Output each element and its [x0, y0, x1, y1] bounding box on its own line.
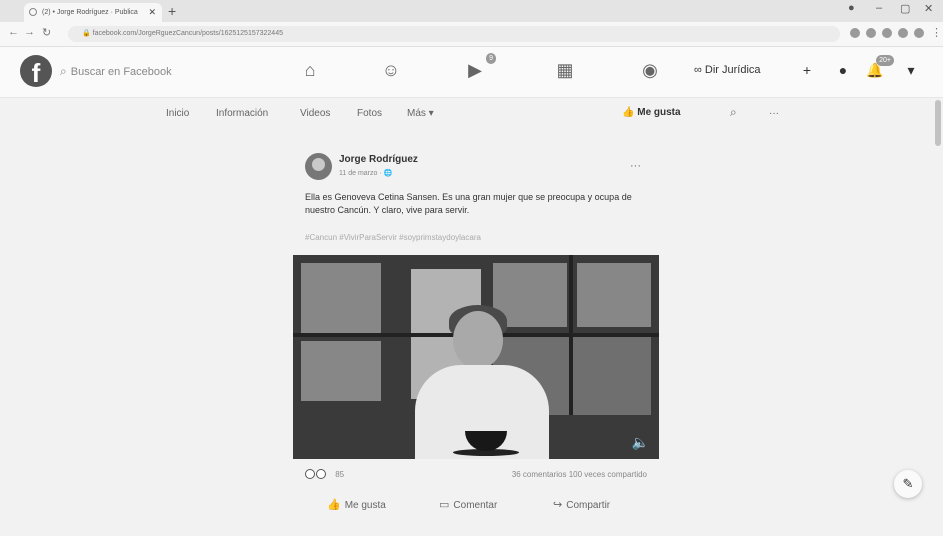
post-options-icon[interactable]: ··· [630, 160, 641, 172]
new-tab-button[interactable]: + [168, 3, 176, 19]
home-icon[interactable]: ⌂ [297, 57, 323, 83]
share-icon: ↪ [553, 499, 563, 511]
window-pane [301, 263, 381, 333]
browser-menu-icon[interactable]: ⋮ [931, 26, 942, 39]
extension-icon[interactable] [882, 28, 892, 38]
comment-icon: ▭ [439, 499, 450, 511]
search-input[interactable]: ⌕ Buscar en Facebook [60, 58, 220, 84]
author-avatar[interactable] [305, 153, 332, 180]
tab-fotos[interactable]: Fotos [357, 108, 382, 119]
tab-more[interactable]: Más ▾ [407, 108, 434, 119]
window-pane [577, 263, 651, 327]
share-button[interactable]: ↪ Compartir [553, 498, 610, 511]
page-like-button[interactable]: 👍 Me gusta [622, 107, 681, 118]
friends-icon[interactable]: ☺ [378, 57, 404, 83]
account-dropdown-icon[interactable]: ▾ [900, 59, 922, 81]
minimize-button[interactable]: – [876, 2, 882, 14]
back-icon[interactable]: ← [8, 26, 19, 38]
volume-icon[interactable]: 🔈 [632, 434, 649, 451]
comment-label: Comentar [453, 500, 498, 511]
page-tabs: Inicio Información Videos Fotos Más ▾ 👍 … [0, 98, 943, 132]
extension-icon[interactable] [898, 28, 908, 38]
address-bar[interactable]: 🔒 facebook.com/JorgeRguezCancun/posts/16… [68, 26, 840, 42]
search-placeholder: Buscar en Facebook [70, 66, 172, 78]
browser-tab-title: (2) • Jorge Rodríguez · Publica [42, 9, 138, 16]
browser-tab-strip: (2) • Jorge Rodríguez · Publica ✕ + ● – … [0, 0, 943, 22]
url-text: facebook.com/JorgeRguezCancun/posts/1625… [92, 30, 283, 37]
post-actions: 👍 Me gusta ▭ Comentar ↪ Compartir [293, 494, 659, 514]
video-badge: 9 [486, 53, 496, 64]
page-name: Dir Jurídica [704, 64, 761, 76]
search-icon: ⌕ [60, 64, 67, 78]
watch-icon[interactable]: ▶ 9 [462, 53, 496, 83]
love-reaction-icon [316, 469, 326, 479]
notifications-badge: 20+ [876, 55, 894, 66]
like-button[interactable]: 👍 Me gusta [327, 498, 386, 511]
groups-icon[interactable]: ◉ [637, 57, 663, 83]
like-label: Me gusta [344, 500, 386, 511]
extension-icon[interactable] [866, 28, 876, 38]
lock-icon: 🔒 [82, 30, 93, 37]
post-card: Jorge Rodríguez 11 de marzo · 🌐 ··· Ella… [293, 145, 659, 525]
marketplace-icon[interactable]: ▦ [552, 57, 578, 83]
notifications-icon[interactable]: 🔔 20+ [864, 55, 894, 81]
thumbs-up-icon: 👍 [327, 499, 341, 511]
facebook-header: f ⌕ Buscar en Facebook ⌂ ☺ ▶ 9 ▦ ◉ ∞ Dir J… [0, 47, 943, 98]
scrollbar[interactable] [935, 100, 941, 146]
avatar-icon[interactable] [914, 28, 924, 38]
create-button[interactable]: + [796, 59, 818, 81]
post-video[interactable]: 🔈 [293, 255, 659, 459]
maximize-button[interactable]: ▢ [900, 2, 910, 15]
facebook-logo[interactable]: f [20, 55, 52, 87]
post-author[interactable]: Jorge Rodríguez [339, 154, 418, 165]
post-date[interactable]: 11 de marzo · 🌐 [339, 169, 392, 177]
globe-icon [29, 8, 37, 16]
window-pane [301, 341, 381, 401]
profile-icon[interactable]: ● [848, 2, 855, 14]
new-message-button[interactable]: ✎ [894, 470, 922, 498]
more-options-icon[interactable]: ··· [769, 108, 779, 119]
browser-tab[interactable]: (2) • Jorge Rodríguez · Publica ✕ [24, 3, 162, 22]
reactions-summary: 85 36 comentarios 100 veces compartido [305, 469, 647, 483]
page-logo-icon: ∞ [694, 64, 705, 76]
messenger-icon[interactable]: ● [832, 59, 854, 81]
share-label: Compartir [566, 500, 611, 511]
tab-videos[interactable]: Videos [300, 108, 330, 119]
tab-informacion[interactable]: Información [216, 108, 268, 119]
thumbs-up-icon: 👍 [622, 107, 638, 118]
tab-inicio[interactable]: Inicio [166, 108, 189, 119]
extension-icon[interactable] [850, 28, 860, 38]
search-icon[interactable]: ⌕ [730, 105, 737, 120]
close-icon[interactable]: ✕ [148, 3, 156, 22]
reload-icon[interactable]: ↻ [42, 26, 51, 39]
page-like-label: Me gusta [637, 107, 681, 118]
comment-button[interactable]: ▭ Comentar [439, 498, 497, 511]
edit-icon: ✎ [902, 476, 914, 491]
window-frame [569, 255, 573, 415]
like-reaction-icon [305, 469, 315, 479]
window-close-button[interactable]: ✕ [924, 2, 933, 15]
comments-shares[interactable]: 36 comentarios 100 veces compartido [512, 470, 647, 479]
forward-icon[interactable]: → [24, 26, 35, 38]
reactions-count[interactable]: 85 [335, 470, 344, 479]
browser-toolbar: ← → ↻ 🔒 facebook.com/JorgeRguezCancun/po… [0, 22, 943, 47]
post-text: Ella es Genoveva Cetina Sansen. Es una g… [305, 192, 632, 215]
person-head [453, 311, 503, 369]
post-hashtags[interactable]: #Cancun #VivirParaServir #soyprimstaydoy… [305, 233, 481, 242]
page-profile-link[interactable]: ∞ Dir Jurídica [694, 64, 761, 76]
